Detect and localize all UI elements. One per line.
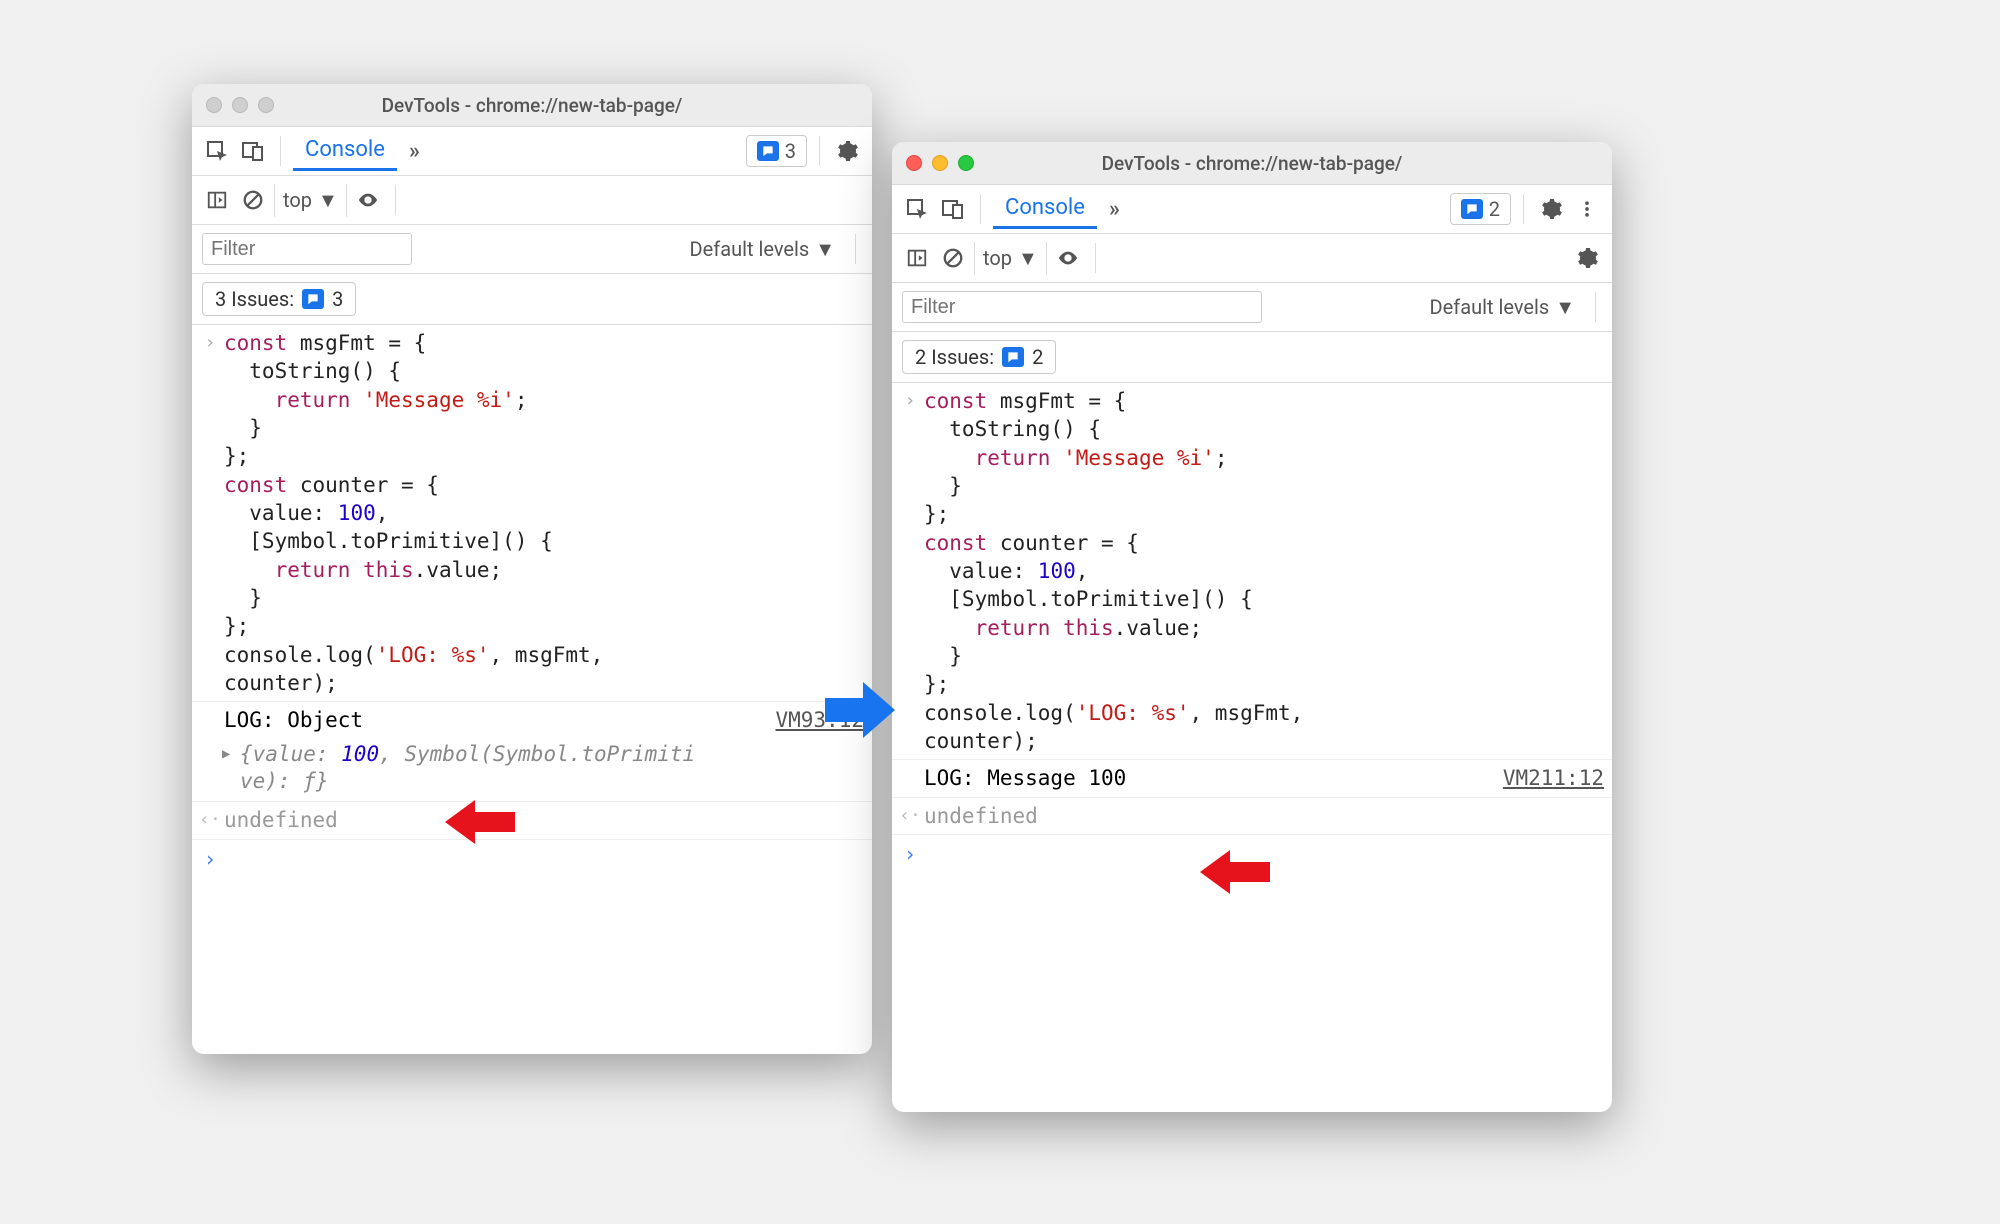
clear-console-icon[interactable] bbox=[938, 243, 968, 273]
issues-label: 2 Issues: bbox=[915, 345, 994, 369]
messages-count: 3 bbox=[785, 139, 796, 163]
filter-bar: Default levels ▼ bbox=[192, 225, 872, 274]
kebab-icon[interactable] bbox=[1572, 194, 1602, 224]
filter-bar: Default levels ▼ bbox=[892, 283, 1612, 332]
caret-down-icon: ▼ bbox=[1018, 246, 1038, 271]
devtools-window-before: DevTools - chrome://new-tab-page/ Consol… bbox=[192, 84, 872, 1054]
tab-console[interactable]: Console bbox=[293, 131, 397, 171]
console-toolbar: top ▼ bbox=[892, 234, 1612, 283]
messages-badge[interactable]: 3 bbox=[746, 135, 807, 167]
messages-count: 2 bbox=[1489, 197, 1500, 221]
close-dot[interactable] bbox=[206, 97, 222, 113]
caret-down-icon: ▼ bbox=[1555, 295, 1575, 320]
device-toggle-icon[interactable] bbox=[238, 136, 268, 166]
highlight-arrow-icon bbox=[445, 800, 515, 844]
levels-dropdown[interactable]: Default levels ▼ bbox=[690, 237, 835, 262]
issues-bar: 2 Issues: 2 bbox=[892, 332, 1612, 383]
undefined-text: undefined bbox=[224, 806, 338, 834]
titlebar: DevTools - chrome://new-tab-page/ bbox=[192, 84, 872, 127]
input-caret-icon: › bbox=[196, 329, 224, 697]
issues-bar: 3 Issues: 3 bbox=[192, 274, 872, 325]
minimize-dot[interactable] bbox=[232, 97, 248, 113]
devtools-window-after: DevTools - chrome://new-tab-page/ Consol… bbox=[892, 142, 1612, 1112]
transition-arrow-icon bbox=[825, 680, 895, 740]
caret-down-icon: ▼ bbox=[815, 237, 835, 262]
source-link[interactable]: VM211:12 bbox=[1503, 764, 1604, 792]
messages-badge[interactable]: 2 bbox=[1450, 193, 1511, 225]
console-toolbar: top ▼ bbox=[192, 176, 872, 225]
inspect-icon[interactable] bbox=[202, 136, 232, 166]
context-selector[interactable]: top ▼ bbox=[974, 242, 1047, 275]
issues-count: 3 bbox=[332, 287, 343, 311]
sidebar-toggle-icon[interactable] bbox=[902, 243, 932, 273]
prompt-caret-icon: › bbox=[196, 846, 224, 873]
undefined-text: undefined bbox=[924, 802, 1038, 830]
log-output-row[interactable]: LOG: Object VM93:12 bbox=[192, 701, 872, 738]
message-badge-icon bbox=[1461, 199, 1483, 219]
more-tabs-icon[interactable]: » bbox=[1103, 197, 1126, 222]
prompt-row[interactable]: › bbox=[192, 839, 872, 879]
filter-input[interactable] bbox=[902, 291, 1262, 323]
code-input[interactable]: const msgFmt = { toString() { return 'Me… bbox=[924, 387, 1303, 755]
return-caret-icon: ‹· bbox=[896, 804, 924, 828]
tab-console[interactable]: Console bbox=[993, 189, 1097, 229]
zoom-dot[interactable] bbox=[258, 97, 274, 113]
eye-icon[interactable] bbox=[353, 185, 383, 215]
context-selector[interactable]: top ▼ bbox=[274, 184, 347, 217]
zoom-dot[interactable] bbox=[958, 155, 974, 171]
close-dot[interactable] bbox=[906, 155, 922, 171]
log-output-row[interactable]: LOG: Message 100 VM211:12 bbox=[892, 759, 1612, 796]
expand-triangle-icon[interactable]: ▶ bbox=[222, 745, 230, 763]
issues-badge-icon bbox=[302, 289, 324, 309]
return-value-row: ‹· undefined bbox=[192, 801, 872, 838]
console-output: › const msgFmt = { toString() { return '… bbox=[892, 383, 1612, 1112]
more-tabs-icon[interactable]: » bbox=[403, 139, 426, 164]
prompt-caret-icon: › bbox=[896, 841, 924, 868]
eye-icon[interactable] bbox=[1053, 243, 1083, 273]
issues-button[interactable]: 3 Issues: 3 bbox=[202, 282, 356, 316]
main-toolbar: Console » 3 bbox=[192, 127, 872, 176]
issues-badge-icon bbox=[1002, 347, 1024, 367]
gear-icon[interactable] bbox=[1536, 194, 1566, 224]
return-caret-icon: ‹· bbox=[196, 808, 224, 832]
caret-down-icon: ▼ bbox=[318, 188, 338, 213]
titlebar: DevTools - chrome://new-tab-page/ bbox=[892, 142, 1612, 185]
main-toolbar: Console » 2 bbox=[892, 185, 1612, 234]
clear-console-icon[interactable] bbox=[238, 185, 268, 215]
filter-input[interactable] bbox=[202, 233, 412, 265]
context-label: top bbox=[283, 188, 312, 212]
context-label: top bbox=[983, 246, 1012, 270]
input-caret-icon: › bbox=[896, 387, 924, 755]
device-toggle-icon[interactable] bbox=[938, 194, 968, 224]
window-title: DevTools - chrome://new-tab-page/ bbox=[892, 152, 1612, 175]
object-preview[interactable]: ▶ {value: 100, Symbol(Symbol.toPrimiti v… bbox=[192, 739, 872, 802]
highlight-arrow-icon bbox=[1200, 850, 1270, 894]
sidebar-toggle-icon[interactable] bbox=[202, 185, 232, 215]
issues-label: 3 Issues: bbox=[215, 287, 294, 311]
gear-icon[interactable] bbox=[1572, 243, 1602, 273]
code-input[interactable]: const msgFmt = { toString() { return 'Me… bbox=[224, 329, 603, 697]
return-value-row: ‹· undefined bbox=[892, 797, 1612, 834]
inspect-icon[interactable] bbox=[902, 194, 932, 224]
console-output: › const msgFmt = { toString() { return '… bbox=[192, 325, 872, 1054]
message-badge-icon bbox=[757, 141, 779, 161]
issues-button[interactable]: 2 Issues: 2 bbox=[902, 340, 1056, 374]
log-text: LOG: Message 100 bbox=[924, 764, 1126, 792]
window-title: DevTools - chrome://new-tab-page/ bbox=[192, 94, 872, 117]
issues-count: 2 bbox=[1032, 345, 1043, 369]
minimize-dot[interactable] bbox=[932, 155, 948, 171]
levels-dropdown[interactable]: Default levels ▼ bbox=[1430, 295, 1575, 320]
gear-icon[interactable] bbox=[832, 136, 862, 166]
log-text: LOG: Object bbox=[224, 706, 363, 734]
